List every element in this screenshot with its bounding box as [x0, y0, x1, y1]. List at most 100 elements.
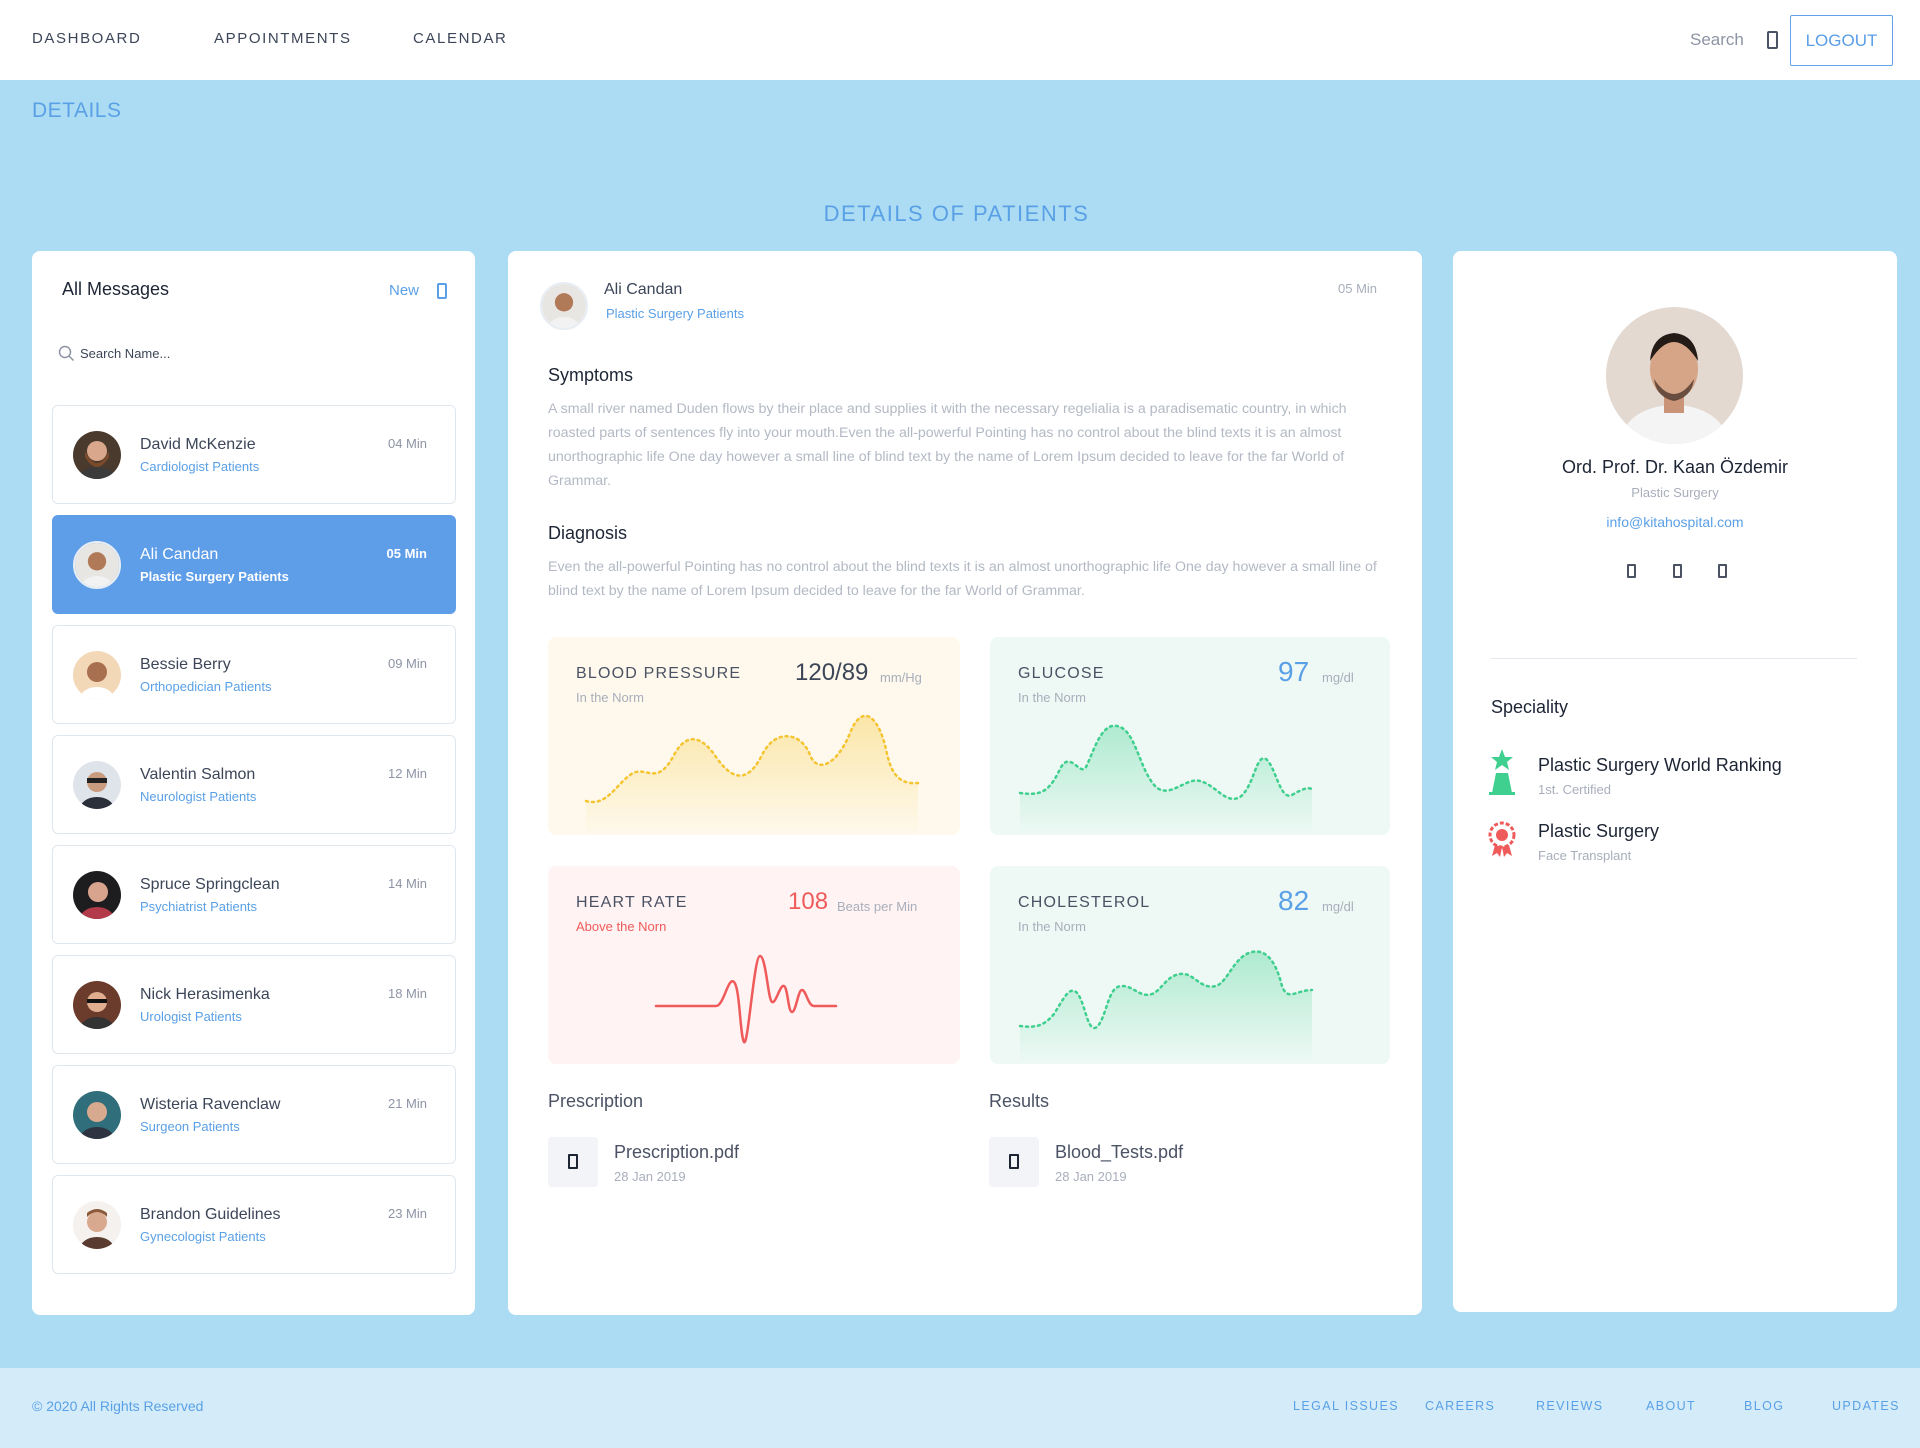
doctor-name: Ord. Prof. Dr. Kaan Özdemir — [1561, 457, 1789, 477]
patient-name: Brandon Guidelines — [140, 1206, 281, 1223]
metric-unit: mg/dl — [1322, 899, 1354, 914]
metric-value: 82 — [1278, 885, 1310, 916]
doctor-profile-panel: Ord. Prof. Dr. Kaan Özdemir Plastic Surg… — [1453, 251, 1897, 1312]
avatar — [73, 651, 121, 699]
message-time: 09 Min — [387, 656, 427, 671]
patient-name: Ali Candan — [140, 546, 219, 563]
patient-name: Bessie Berry — [140, 656, 231, 673]
prescription-heading: Prescription — [548, 1091, 644, 1111]
search-name-input[interactable] — [80, 339, 440, 367]
patient-item[interactable]: Nick Herasimenka Urologist Patients 18 M… — [52, 955, 456, 1054]
patient-group: Psychiatrist Patients — [140, 899, 258, 914]
patient-group: Plastic Surgery Patients — [140, 569, 289, 584]
metric-status: Above the Norn — [576, 919, 667, 934]
patient-item[interactable]: Spruce Springclean Psychiatrist Patients… — [52, 845, 456, 944]
metric-unit: mg/dl — [1322, 670, 1354, 685]
metric-title: CHOLESTEROL — [1018, 894, 1151, 911]
patient-item-selected[interactable]: Ali Candan Plastic Surgery Patients 05 M… — [52, 515, 456, 614]
patient-group: Neurologist Patients — [140, 789, 257, 804]
message-time: 12 Min — [387, 766, 427, 781]
footer-link-about[interactable]: ABOUT — [1646, 1399, 1696, 1413]
message-time: 21 Min — [387, 1096, 427, 1111]
speciality-item-sub: 1st. Certified — [1538, 782, 1611, 797]
results-heading: Results — [989, 1091, 1050, 1111]
footer-link-reviews[interactable]: REVIEWS — [1536, 1399, 1603, 1413]
new-message-button[interactable]: New — [389, 282, 419, 299]
message-time: 23 Min — [387, 1206, 427, 1221]
breadcrumb: DETAILS — [32, 99, 122, 122]
patient-name: Wisteria Ravenclaw — [140, 1096, 281, 1113]
doctor-avatar — [1606, 307, 1743, 444]
social-icon[interactable] — [1673, 564, 1682, 578]
trophy-star-icon — [1489, 749, 1515, 795]
symptoms-title: Symptoms — [548, 365, 634, 385]
metric-title: GLUCOSE — [1018, 665, 1105, 682]
nav-dashboard[interactable]: DASHBOARD — [32, 30, 141, 47]
metric-title: BLOOD PRESSURE — [576, 665, 742, 682]
patient-item[interactable]: David McKenzie Cardiologist Patients 04 … — [52, 405, 456, 504]
search-icon — [58, 345, 75, 362]
footer-link-blog[interactable]: BLOG — [1744, 1399, 1784, 1413]
results-date: 28 Jan 2019 — [1055, 1169, 1127, 1184]
page-title: DETAILS OF PATIENTS — [823, 201, 1090, 226]
avatar — [73, 871, 121, 919]
avatar — [73, 431, 121, 479]
patient-group: Orthopedician Patients — [140, 679, 272, 694]
results-file-link[interactable]: Blood_Tests.pdf — [1055, 1142, 1183, 1163]
message-time: 18 Min — [387, 986, 427, 1001]
speciality-item-title: Plastic Surgery World Ranking — [1538, 755, 1782, 775]
blood-pressure-card: BLOOD PRESSURE In the Norm 120/89 mm/Hg — [548, 637, 960, 835]
metric-value: 108 — [788, 888, 829, 915]
patient-group: Urologist Patients — [140, 1009, 242, 1024]
patient-name: Spruce Springclean — [140, 876, 280, 893]
mobile-icon[interactable] — [1767, 31, 1778, 49]
avatar — [73, 981, 121, 1029]
metric-value: 120/89 — [795, 659, 869, 686]
metric-unit: Beats per Min — [837, 899, 918, 914]
new-message-icon[interactable] — [437, 283, 447, 299]
footer: © 2020 All Rights Reserved LEGAL ISSUES … — [0, 1368, 1920, 1448]
nav-search-link[interactable]: Search — [1690, 30, 1744, 50]
social-icon[interactable] — [1718, 564, 1727, 578]
metric-status: In the Norm — [1018, 690, 1086, 705]
avatar — [540, 282, 588, 330]
speciality-item-title: Plastic Surgery — [1538, 821, 1660, 841]
nav-appointments[interactable]: APPOINTMENTS — [214, 30, 352, 47]
diagnosis-text: Even the all-powerful Pointing has no co… — [548, 559, 1377, 599]
metric-status: In the Norm — [1018, 919, 1086, 934]
messages-title: All Messages — [62, 279, 170, 299]
metric-value: 97 — [1278, 656, 1310, 687]
patient-name: Ali Candan — [604, 281, 683, 298]
footer-link-legal[interactable]: LEGAL ISSUES — [1293, 1399, 1399, 1413]
award-badge-icon — [1488, 821, 1516, 857]
divider — [1491, 658, 1857, 659]
glucose-card: GLUCOSE In the Norm 97 mg/dl — [990, 637, 1390, 835]
diagnosis-title: Diagnosis — [548, 523, 628, 543]
social-icon[interactable] — [1627, 564, 1636, 578]
patient-item[interactable]: Bessie Berry Orthopedician Patients 09 M… — [52, 625, 456, 724]
logout-button[interactable]: LOGOUT — [1790, 15, 1893, 66]
prescription-file-link[interactable]: Prescription.pdf — [614, 1142, 739, 1163]
patient-group: Surgeon Patients — [140, 1119, 240, 1134]
speciality-item-sub: Face Transplant — [1538, 848, 1632, 863]
avatar — [73, 761, 121, 809]
patient-item[interactable]: Brandon Guidelines Gynecologist Patients… — [52, 1175, 456, 1274]
results-file-icon[interactable] — [989, 1137, 1039, 1187]
patient-item[interactable]: Valentin Salmon Neurologist Patients 12 … — [52, 735, 456, 834]
prescription-file-icon[interactable] — [548, 1137, 598, 1187]
copyright: © 2020 All Rights Reserved — [32, 1398, 204, 1414]
doctor-email-link[interactable]: info@kitahospital.com — [1453, 514, 1897, 530]
heart-rate-card: HEART RATE Above the Norn 108 Beats per … — [548, 866, 960, 1064]
patient-details-panel: Ali Candan Plastic Surgery Patients 05 M… — [508, 251, 1422, 1315]
message-time: 05 Min — [386, 546, 427, 561]
footer-link-updates[interactable]: UPDATES — [1832, 1399, 1900, 1413]
symptoms-text: A small river named Duden flows by their… — [548, 401, 1347, 489]
avatar — [73, 1091, 121, 1139]
metric-title: HEART RATE — [576, 894, 688, 911]
patient-item[interactable]: Wisteria Ravenclaw Surgeon Patients 21 M… — [52, 1065, 456, 1164]
nav-calendar[interactable]: CALENDAR — [413, 30, 508, 47]
footer-link-careers[interactable]: CAREERS — [1425, 1399, 1495, 1413]
prescription-date: 28 Jan 2019 — [614, 1169, 686, 1184]
message-time: 04 Min — [387, 436, 427, 451]
avatar — [73, 1201, 121, 1249]
